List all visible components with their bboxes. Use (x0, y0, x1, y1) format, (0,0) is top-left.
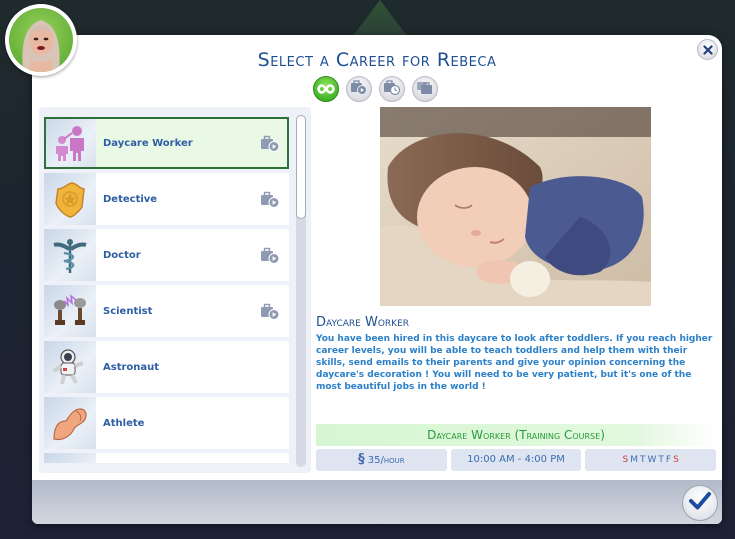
career-filter-group (313, 76, 438, 102)
career-row-astronaut[interactable]: Astronaut (44, 341, 289, 393)
career-list-panel: Daycare Worker Detective Doctor Scientist As… (39, 107, 311, 473)
filter-full-time-button[interactable] (412, 76, 438, 102)
career-row-partial[interactable] (44, 453, 289, 463)
career-name: Doctor (103, 249, 141, 261)
sleeping-toddler-photo (380, 107, 651, 306)
work-day: W (647, 455, 657, 465)
close-button[interactable] (697, 39, 718, 60)
career-selection-dialog: Select a Career for Rebeca Daycare Worke… (32, 35, 722, 524)
briefcase-play-icon (259, 189, 281, 209)
background-light-beam (350, 0, 410, 40)
career-name: Athlete (103, 417, 145, 429)
filter-all-careers-button[interactable] (313, 76, 339, 102)
career-name: Astronaut (103, 361, 160, 373)
daycare-icon (44, 117, 96, 169)
checkmark-icon (688, 491, 712, 515)
confirm-button[interactable] (682, 485, 718, 521)
work-day: T (640, 455, 646, 465)
career-detail-title: Daycare Worker (316, 315, 410, 330)
work-day: T (658, 455, 664, 465)
dialog-title: Select a Career for Rebeca (257, 49, 497, 71)
career-list-scrollbar[interactable] (296, 115, 306, 467)
career-info-row: § 35/hour 10:00 AM - 4:00 PM SMTWTFS (316, 449, 717, 471)
briefcase-play-icon (259, 245, 281, 265)
sim-portrait (9, 8, 73, 72)
career-description: You have been hired in this daycare to l… (316, 334, 713, 392)
career-course-label: Daycare Worker (Training Course) (316, 424, 716, 446)
sim-avatar (5, 4, 77, 76)
briefcase-play-icon (350, 79, 368, 99)
muscle-arm-icon (44, 397, 96, 449)
work-day: F (665, 455, 672, 465)
tesla-coil-icon (44, 285, 96, 337)
dialog-footer (32, 480, 722, 524)
career-row-detective[interactable]: Detective (44, 173, 289, 225)
work-day: M (630, 455, 639, 465)
briefcase-play-icon (259, 301, 281, 321)
career-name: Detective (103, 193, 158, 205)
career-row-daycare-worker[interactable]: Daycare Worker (44, 117, 289, 169)
pay-rate-value: 35/hour (367, 455, 405, 466)
career-row-scientist[interactable]: Scientist (44, 285, 289, 337)
caduceus-icon (44, 229, 96, 281)
infinity-icon (317, 80, 335, 99)
astronaut-icon (44, 341, 96, 393)
briefcase-clock-icon (383, 79, 401, 99)
briefcase-stack-icon (416, 79, 434, 99)
pay-rate: § 35/hour (316, 449, 447, 471)
badge-icon (44, 173, 96, 225)
filter-scheduled-button[interactable] (379, 76, 405, 102)
simoleon-icon: § (358, 452, 365, 467)
career-list: Daycare Worker Detective Doctor Scientist As… (44, 117, 289, 463)
partial-career-icon (44, 453, 96, 463)
career-row-athlete[interactable]: Athlete (44, 397, 289, 449)
close-icon (702, 40, 713, 59)
filter-part-time-button[interactable] (346, 76, 372, 102)
career-name: Daycare Worker (103, 137, 193, 149)
career-preview-image (380, 107, 651, 306)
work-days: SMTWTFS (585, 449, 717, 471)
career-name: Scientist (103, 305, 153, 317)
work-hours: 10:00 AM - 4:00 PM (450, 449, 582, 471)
scrollbar-thumb[interactable] (296, 115, 306, 219)
work-day: S (622, 455, 629, 465)
career-row-doctor[interactable]: Doctor (44, 229, 289, 281)
work-day: S (673, 455, 679, 465)
briefcase-play-icon (259, 133, 281, 153)
